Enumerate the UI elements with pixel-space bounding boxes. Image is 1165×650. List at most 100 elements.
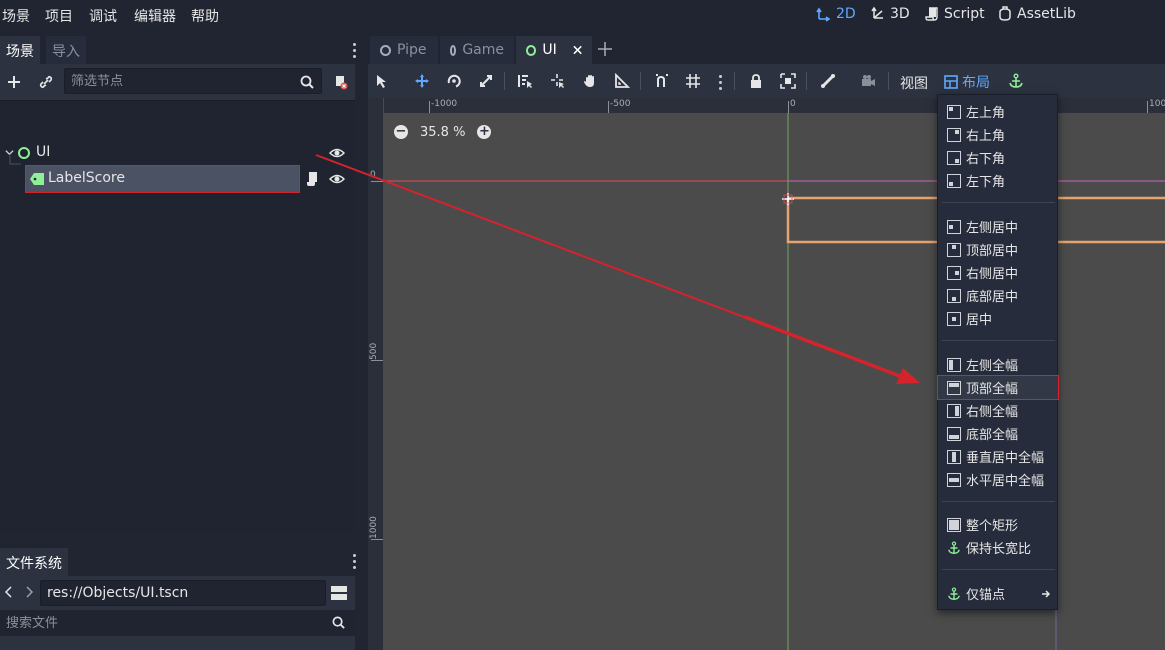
remove-script-icon[interactable]: [330, 72, 350, 92]
menu-item-full-rect[interactable]: 整个矩形: [938, 513, 1059, 536]
camera-icon[interactable]: [859, 72, 877, 90]
tab-ui[interactable]: UI: [516, 36, 592, 64]
mode-assetlib-button[interactable]: AssetLib: [997, 6, 1076, 22]
zoom-level[interactable]: 35.8 %: [420, 125, 465, 140]
menu-item-label: 底部全幅: [966, 428, 1019, 443]
preset-top-wide-icon: [947, 380, 961, 395]
move-tool-icon[interactable]: [413, 72, 431, 90]
mode-3d-button[interactable]: 3D: [870, 6, 910, 22]
scale-tool-icon[interactable]: [477, 72, 495, 90]
menu-item-top-left[interactable]: 左上角: [938, 100, 1059, 123]
visibility-eye-icon[interactable]: [329, 145, 345, 161]
search-files-input[interactable]: [0, 610, 355, 636]
node-label-ui: UI: [36, 144, 51, 160]
filesystem-dock-tabs: 文件系统: [0, 546, 362, 576]
mode-script-label: Script: [944, 6, 985, 22]
ruler-label: -500: [610, 99, 631, 109]
submenu-arrow-icon: [1042, 589, 1051, 598]
grid-snap-icon[interactable]: [684, 72, 702, 90]
menu-editor[interactable]: 编辑器: [134, 6, 176, 26]
filesystem-panel: [0, 576, 355, 650]
menu-item-vcenter-wide[interactable]: 垂直居中全幅: [938, 445, 1059, 468]
menu-item-center[interactable]: 居中: [938, 307, 1059, 330]
filesystem-dock-menu-icon[interactable]: [353, 554, 357, 569]
smart-snap-icon[interactable]: [653, 72, 671, 90]
toolbar-separator: [734, 72, 735, 90]
menu-item-label: 左侧全幅: [966, 359, 1019, 374]
menu-item-hcenter-wide[interactable]: 水平居中全幅: [938, 468, 1059, 491]
menu-item-center-left[interactable]: 左侧居中: [938, 215, 1059, 238]
menu-item-top-right[interactable]: 右上角: [938, 123, 1059, 146]
menu-item-bottom-right[interactable]: 右下角: [938, 146, 1059, 169]
link-icon[interactable]: [36, 72, 56, 92]
skeleton-bone-icon[interactable]: [819, 72, 837, 90]
close-icon[interactable]: [573, 45, 582, 55]
menu-item-left-wide[interactable]: 左侧全幅: [938, 353, 1059, 376]
visibility-eye-icon[interactable]: [329, 171, 345, 187]
zoom-in-button[interactable]: +: [477, 125, 492, 139]
group-icon[interactable]: [779, 72, 797, 90]
mode-2d-button[interactable]: 2D: [816, 6, 856, 22]
select-tool-icon[interactable]: [373, 72, 391, 90]
ruler-label: 1000: [369, 516, 379, 539]
menu-item-center-right[interactable]: 右侧居中: [938, 261, 1059, 284]
tab-filesystem[interactable]: 文件系统: [0, 548, 68, 576]
menu-help[interactable]: 帮助: [191, 6, 219, 26]
menu-item-right-wide[interactable]: 右侧全幅: [938, 399, 1059, 422]
toolbar-separator: [640, 72, 641, 90]
tree-item-ui[interactable]: UI: [0, 141, 355, 165]
rotate-tool-icon[interactable]: [445, 72, 463, 90]
tree-item-labelscore[interactable]: LabelScore: [0, 165, 355, 193]
chevron-left-icon[interactable]: [4, 586, 14, 598]
menu-item-center-bottom[interactable]: 底部居中: [938, 284, 1059, 307]
toolbar-separator: [806, 72, 807, 90]
ruler-label: 500: [369, 342, 379, 360]
chevron-right-icon[interactable]: [24, 586, 34, 598]
view-menu-button[interactable]: 视图: [900, 73, 928, 93]
add-tab-icon[interactable]: [598, 42, 612, 56]
ruler-label: 0: [790, 99, 796, 109]
script-attached-icon[interactable]: [305, 171, 321, 187]
preset-vcenter-wide-icon: [947, 449, 961, 464]
menu-item-anchors-only[interactable]: 仅锚点: [938, 582, 1059, 605]
pan-tool-icon[interactable]: [581, 72, 599, 90]
menu-separator: [942, 569, 1055, 570]
filter-nodes-input[interactable]: [64, 68, 322, 94]
menu-debug[interactable]: 调试: [89, 6, 117, 26]
ruler-tool-icon[interactable]: [613, 72, 631, 90]
scene-dock-menu-icon[interactable]: [353, 43, 357, 58]
list-select-icon[interactable]: [516, 72, 534, 90]
menu-item-top-wide[interactable]: 顶部全幅: [937, 375, 1059, 400]
snap-options-icon[interactable]: [719, 75, 723, 90]
tab-scene[interactable]: 场景: [0, 36, 40, 64]
menu-item-label: 仅锚点: [966, 588, 1006, 603]
add-node-icon[interactable]: [4, 72, 24, 92]
tab-game[interactable]: Game: [440, 36, 514, 64]
tab-pipe-label: Pipe: [397, 42, 427, 58]
pivot-tool-icon[interactable]: [549, 72, 567, 90]
menu-item-center-top[interactable]: 顶部居中: [938, 238, 1059, 261]
canvas-toolbar: 视图 布局: [368, 64, 1165, 98]
path-field[interactable]: [40, 580, 326, 606]
anchor-icon[interactable]: [1007, 72, 1025, 90]
ruler-label: 0: [370, 170, 376, 180]
menu-item-label: 右下角: [966, 152, 1006, 167]
menu-scene[interactable]: 场景: [2, 6, 30, 26]
menu-item-bottom-left[interactable]: 左下角: [938, 169, 1059, 192]
tab-pipe[interactable]: Pipe: [370, 36, 438, 64]
anchor-icon: [948, 586, 960, 600]
menu-item-label: 底部居中: [966, 290, 1019, 305]
tab-import[interactable]: 导入: [46, 36, 86, 64]
menu-item-label: 右上角: [966, 129, 1006, 144]
ruler-tick: [371, 181, 383, 182]
scene-ring-icon: [526, 44, 537, 56]
menu-item-label: 左侧居中: [966, 221, 1019, 236]
mode-script-button[interactable]: Script: [924, 6, 985, 22]
zoom-out-button[interactable]: −: [394, 125, 408, 139]
menu-item-bottom-wide[interactable]: 底部全幅: [938, 422, 1059, 445]
split-view-icon[interactable]: [330, 584, 348, 602]
menu-project[interactable]: 项目: [45, 6, 73, 26]
lock-icon[interactable]: [747, 72, 765, 90]
menu-item-keep-ratio[interactable]: 保持长宽比: [938, 536, 1059, 559]
layout-menu-button[interactable]: 布局: [944, 72, 990, 92]
